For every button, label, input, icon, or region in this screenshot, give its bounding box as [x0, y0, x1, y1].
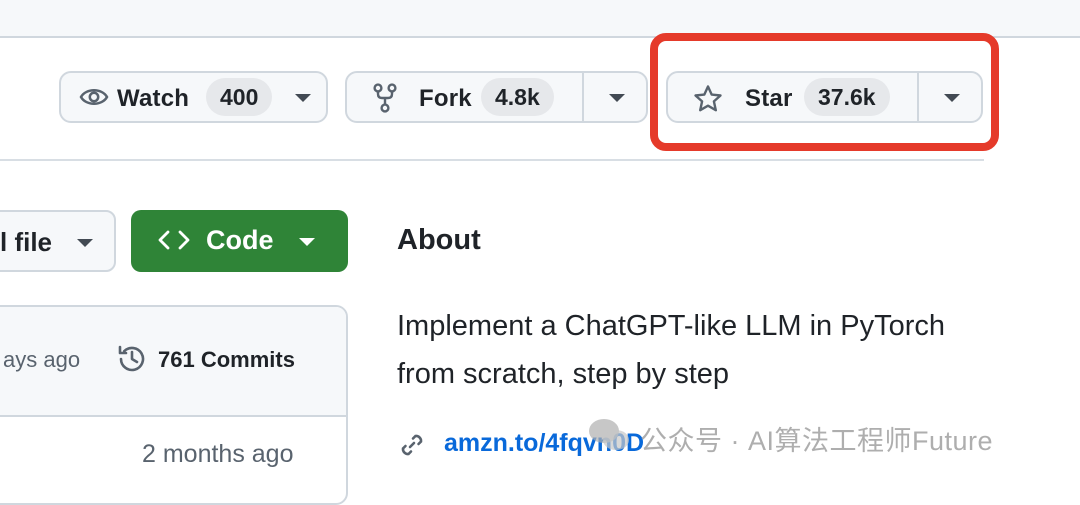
watermark-text: 公众号 · AI算法工程师Future — [640, 426, 994, 456]
watch-button[interactable]: Watch 400 — [59, 71, 328, 123]
fork-divider — [582, 73, 584, 121]
link-icon — [397, 430, 427, 460]
watch-count: 400 — [206, 78, 273, 116]
commit-box: ays ago 761 Commits 2 months ago — [0, 305, 348, 505]
code-label: Code — [206, 225, 274, 255]
commit-header: ays ago 761 Commits — [0, 307, 346, 417]
star-highlight-box — [650, 33, 999, 151]
add-file-button[interactable]: l file — [0, 210, 116, 272]
about-description: Implement a ChatGPT-like LLM in PyTorch … — [397, 310, 945, 390]
latest-commit-time: ays ago — [3, 347, 81, 372]
fork-icon — [371, 83, 399, 113]
file-caret-icon — [77, 239, 93, 247]
history-icon[interactable] — [116, 343, 148, 375]
fork-button[interactable]: Fork 4.8k — [345, 71, 648, 123]
wechat-icon — [586, 416, 632, 454]
add-file-label: l file — [0, 227, 53, 257]
header-separator — [0, 159, 984, 161]
caret-down-icon[interactable] — [295, 94, 311, 102]
eye-icon — [79, 85, 109, 109]
about-heading: About — [397, 224, 481, 256]
code-icon — [158, 229, 190, 251]
fork-count: 4.8k — [481, 78, 554, 116]
commits-count-link[interactable]: 761 Commits — [158, 347, 295, 373]
code-caret-icon — [299, 238, 315, 246]
fork-label: Fork — [419, 85, 472, 112]
code-button[interactable]: Code — [131, 210, 348, 272]
watch-label: Watch — [117, 85, 190, 112]
row-commit-time: 2 months ago — [142, 440, 294, 468]
fork-caret-icon[interactable] — [609, 94, 625, 102]
